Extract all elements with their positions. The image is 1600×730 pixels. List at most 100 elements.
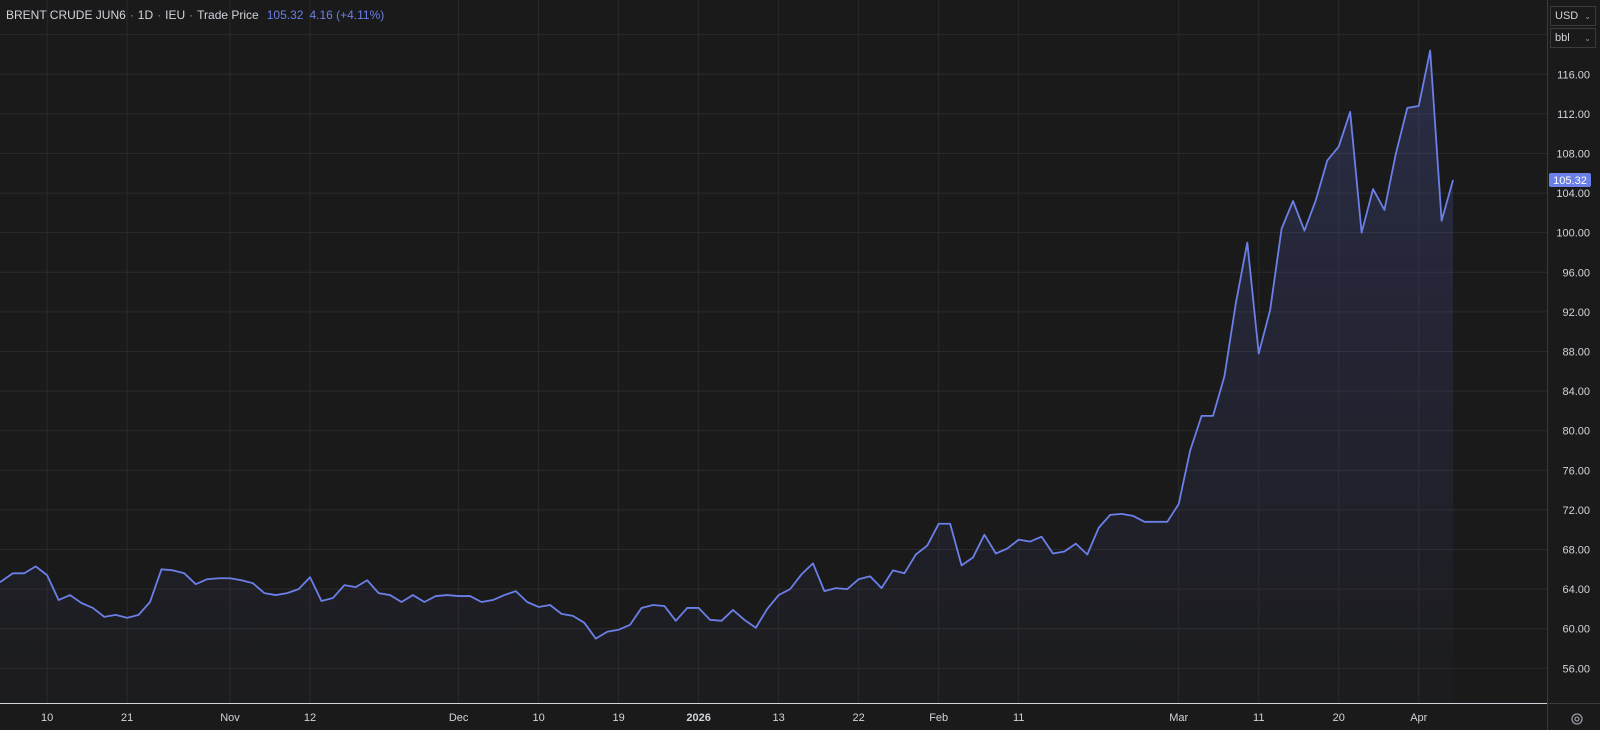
data-point[interactable] (1017, 538, 1021, 542)
data-point[interactable] (788, 587, 792, 591)
data-point[interactable] (434, 594, 438, 598)
data-point[interactable] (1222, 374, 1226, 378)
data-point[interactable] (1428, 48, 1432, 52)
data-point[interactable] (857, 577, 861, 581)
data-point[interactable] (662, 604, 666, 608)
data-point[interactable] (91, 606, 95, 610)
data-point[interactable] (1097, 526, 1101, 530)
data-point[interactable] (228, 576, 232, 580)
data-point[interactable] (1268, 308, 1272, 312)
data-point[interactable] (1451, 178, 1455, 182)
data-point[interactable] (1120, 512, 1124, 516)
data-point[interactable] (479, 600, 483, 604)
chart-settings-button[interactable] (1568, 710, 1586, 728)
data-point[interactable] (399, 600, 403, 604)
data-point[interactable] (1177, 502, 1181, 506)
data-point[interactable] (982, 533, 986, 537)
data-point[interactable] (491, 598, 495, 602)
data-point[interactable] (308, 575, 312, 579)
data-point[interactable] (628, 623, 632, 627)
data-point[interactable] (1245, 241, 1249, 245)
data-point[interactable] (102, 615, 106, 619)
data-point[interactable] (582, 621, 586, 625)
data-point[interactable] (159, 567, 163, 571)
data-point[interactable] (754, 626, 758, 630)
data-point[interactable] (1291, 199, 1295, 203)
data-point[interactable] (377, 591, 381, 595)
data-point[interactable] (1417, 104, 1421, 108)
data-point[interactable] (937, 522, 941, 526)
data-point[interactable] (1360, 231, 1364, 235)
currency-select[interactable]: USD ⌄ (1550, 6, 1596, 26)
data-point[interactable] (79, 601, 83, 605)
data-point[interactable] (1062, 550, 1066, 554)
legend-interval[interactable]: 1D (138, 8, 153, 22)
data-point[interactable] (571, 614, 575, 618)
data-point[interactable] (537, 605, 541, 609)
data-point[interactable] (1085, 552, 1089, 556)
data-point[interactable] (11, 571, 15, 575)
data-point[interactable] (297, 587, 301, 591)
data-point[interactable] (45, 573, 49, 577)
data-point[interactable] (251, 581, 255, 585)
data-point[interactable] (217, 576, 221, 580)
data-point[interactable] (1154, 520, 1158, 524)
data-point[interactable] (742, 618, 746, 622)
data-point[interactable] (137, 613, 141, 617)
data-point[interactable] (834, 586, 838, 590)
data-point[interactable] (411, 593, 415, 597)
data-point[interactable] (685, 606, 689, 610)
data-point[interactable] (148, 600, 152, 604)
data-point[interactable] (1142, 520, 1146, 524)
data-point[interactable] (502, 593, 506, 597)
data-point[interactable] (274, 593, 278, 597)
data-point[interactable] (1394, 151, 1398, 155)
price-chart[interactable]: 56.00 60.00 64.00 68.00 72.00 76.00 80.00 84.00… (0, 0, 1600, 730)
data-point[interactable] (1200, 414, 1204, 418)
data-point[interactable] (708, 618, 712, 622)
data-point[interactable] (194, 582, 198, 586)
data-point[interactable] (125, 616, 129, 620)
data-point[interactable] (1348, 110, 1352, 114)
data-point[interactable] (800, 572, 804, 576)
data-point[interactable] (1314, 198, 1318, 202)
data-point[interactable] (182, 571, 186, 575)
data-point[interactable] (822, 589, 826, 593)
data-point[interactable] (1074, 542, 1078, 546)
data-point[interactable] (1280, 227, 1284, 231)
data-point[interactable] (720, 619, 724, 623)
unit-select[interactable]: bbl ⌄ (1550, 28, 1596, 48)
data-point[interactable] (880, 586, 884, 590)
data-point[interactable] (948, 522, 952, 526)
data-point[interactable] (457, 594, 461, 598)
legend-symbol[interactable]: BRENT CRUDE JUN6 (6, 8, 126, 22)
data-point[interactable] (171, 568, 175, 572)
data-point[interactable] (1188, 449, 1192, 453)
data-point[interactable] (960, 563, 964, 567)
data-point[interactable] (640, 606, 644, 610)
data-point[interactable] (811, 561, 815, 565)
data-point[interactable] (1131, 514, 1135, 518)
data-point[interactable] (1302, 229, 1306, 233)
data-point[interactable] (1211, 414, 1215, 418)
data-point[interactable] (1005, 547, 1009, 551)
data-point[interactable] (525, 600, 529, 604)
data-point[interactable] (765, 607, 769, 611)
data-point[interactable] (342, 583, 346, 587)
data-point[interactable] (1108, 513, 1112, 517)
data-point[interactable] (445, 593, 449, 597)
data-point[interactable] (1257, 351, 1261, 355)
data-point[interactable] (365, 578, 369, 582)
data-point[interactable] (262, 591, 266, 595)
data-point[interactable] (605, 630, 609, 634)
data-point[interactable] (239, 578, 243, 582)
data-point[interactable] (1440, 219, 1444, 223)
data-point[interactable] (1325, 158, 1329, 162)
data-point[interactable] (34, 564, 38, 568)
data-point[interactable] (594, 637, 598, 641)
data-point[interactable] (845, 587, 849, 591)
data-point[interactable] (68, 593, 72, 597)
chart-container[interactable]: 56.00 60.00 64.00 68.00 72.00 76.00 80.00 84.00… (0, 0, 1600, 730)
data-point[interactable] (674, 619, 678, 623)
data-point[interactable] (651, 603, 655, 607)
